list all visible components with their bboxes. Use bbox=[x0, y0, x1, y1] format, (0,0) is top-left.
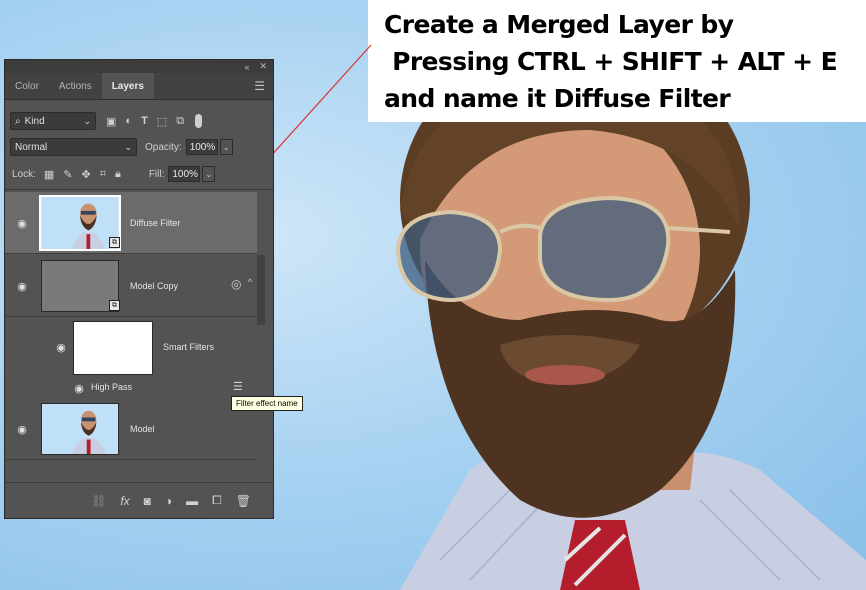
filter-blending-options-icon[interactable]: ☰ bbox=[233, 380, 243, 393]
filter-kind-label: Kind bbox=[24, 115, 45, 127]
layer-name[interactable]: Model Copy bbox=[130, 281, 178, 291]
lock-row: Lock: ▦ ✎ ✥ ⌗ 🔒︎ Fill: 100% ⌄ bbox=[5, 164, 273, 184]
double-chevron-icon[interactable]: « bbox=[244, 62, 249, 72]
lock-transparent-icon[interactable]: ▦ bbox=[44, 168, 54, 181]
caption-line-1: Create a Merged Layer by bbox=[384, 10, 734, 39]
panel-footer: ⛓︎ fx ◙ ◑ ▬ ⧠ 🗑︎ bbox=[5, 482, 273, 518]
panel-menu-icon[interactable]: ☰ bbox=[254, 73, 273, 99]
lock-brush-icon[interactable]: ✎ bbox=[63, 168, 72, 181]
layer-name[interactable]: Smart Filters bbox=[163, 342, 214, 352]
lock-icons: ▦ ✎ ✥ ⌗ 🔒︎ bbox=[44, 168, 121, 181]
opacity-dropdown-icon[interactable]: ⌄ bbox=[219, 139, 233, 155]
caption-line-2: Pressing CTRL + SHIFT + ALT + E bbox=[384, 47, 838, 76]
portrait-thumbnail bbox=[41, 197, 119, 249]
fill-input[interactable]: 100% bbox=[168, 166, 201, 182]
smart-filters-row[interactable]: ◉ Smart Filters bbox=[5, 318, 257, 380]
fx-icon[interactable]: fx bbox=[120, 494, 129, 508]
layer-row[interactable]: ◉ Model bbox=[5, 398, 257, 460]
layer-thumbnail bbox=[41, 403, 119, 455]
filter-kind-select[interactable]: ⌕ Kind ⌄ bbox=[10, 112, 96, 130]
shape-filter-icon[interactable]: ⬚ bbox=[157, 115, 167, 128]
blend-mode-value: Normal bbox=[15, 141, 48, 153]
instruction-caption: Create a Merged Layer by Pressing CTRL +… bbox=[368, 0, 866, 122]
lock-artboard-icon[interactable]: ⌗ bbox=[100, 168, 106, 181]
trash-icon[interactable]: 🗑︎ bbox=[236, 494, 251, 508]
tab-color[interactable]: Color bbox=[5, 73, 49, 99]
panel-title-bar: « ✕ bbox=[5, 60, 273, 73]
layers-panel: « ✕ Color Actions Layers ☰ ⌕ Kind ⌄ ▣ ◐ … bbox=[4, 59, 274, 519]
chevron-up-icon[interactable]: ^ bbox=[248, 277, 252, 287]
chevron-down-icon: ⌄ bbox=[83, 115, 91, 126]
layer-row[interactable]: ◉ ⧉ Model Copy ◎ ^ bbox=[5, 255, 257, 317]
filter-icons: ▣ ◐ T ⬚ ⧉ bbox=[106, 114, 203, 128]
type-filter-icon[interactable]: T bbox=[141, 115, 148, 127]
portrait-thumbnail bbox=[42, 404, 118, 454]
caption-line-3: and name it Diffuse Filter bbox=[384, 84, 731, 113]
layer-row[interactable]: ◉ ⧉ Diffuse Filter bbox=[5, 192, 257, 254]
pixel-filter-icon[interactable]: ▣ bbox=[106, 115, 116, 128]
blend-mode-select[interactable]: Normal ⌄ bbox=[10, 138, 137, 156]
new-layer-icon[interactable]: ⧠ bbox=[212, 493, 222, 508]
blend-row: Normal ⌄ Opacity: 100% ⌄ bbox=[5, 137, 273, 157]
tooltip: Filter effect name bbox=[231, 396, 303, 411]
opacity-label: Opacity: bbox=[145, 141, 182, 153]
link-layers-icon[interactable]: ⛓︎ bbox=[91, 494, 106, 508]
smart-object-filter-icon[interactable]: ⧉ bbox=[176, 115, 184, 128]
eye-icon[interactable]: ◉ bbox=[72, 383, 86, 395]
adjustment-layer-icon[interactable]: ◑ bbox=[165, 494, 172, 508]
close-panel-button[interactable]: ✕ bbox=[259, 61, 267, 72]
layer-name[interactable]: Model bbox=[130, 424, 155, 434]
fill-dropdown-icon[interactable]: ⌄ bbox=[202, 166, 216, 182]
eye-icon[interactable]: ◉ bbox=[15, 218, 29, 230]
tab-layers[interactable]: Layers bbox=[101, 73, 154, 99]
filter-row: ⌕ Kind ⌄ ▣ ◐ T ⬚ ⧉ bbox=[5, 108, 273, 134]
eye-icon[interactable]: ◉ bbox=[15, 424, 29, 436]
smart-filter-mask-icon[interactable]: ◎ bbox=[231, 277, 241, 291]
layer-name[interactable]: Diffuse Filter bbox=[130, 218, 180, 228]
filter-toggle[interactable] bbox=[195, 114, 203, 128]
opacity-input[interactable]: 100% bbox=[185, 139, 218, 155]
filter-effect-row[interactable]: ◉ High Pass ☰ bbox=[5, 380, 257, 396]
lock-move-icon[interactable]: ✥ bbox=[82, 168, 91, 181]
scrollbar[interactable] bbox=[257, 255, 265, 325]
smart-object-icon: ⧉ bbox=[109, 237, 120, 248]
divider bbox=[5, 189, 273, 190]
panel-tabs: Color Actions Layers ☰ bbox=[5, 73, 273, 100]
search-icon: ⌕ bbox=[15, 115, 21, 127]
folder-icon[interactable]: ▬ bbox=[186, 494, 198, 508]
filter-effect-name[interactable]: High Pass bbox=[91, 382, 132, 392]
tab-actions[interactable]: Actions bbox=[49, 73, 102, 99]
layer-thumbnail bbox=[41, 260, 119, 312]
chevron-down-icon: ⌄ bbox=[124, 141, 132, 152]
smart-object-icon: ⧉ bbox=[109, 300, 120, 311]
lock-all-icon[interactable]: 🔒︎ bbox=[115, 168, 121, 181]
filter-mask-thumbnail bbox=[73, 321, 153, 375]
eye-icon[interactable]: ◉ bbox=[54, 342, 68, 354]
lock-label: Lock: bbox=[12, 168, 36, 180]
adjustment-filter-icon[interactable]: ◐ bbox=[125, 115, 132, 127]
eye-icon[interactable]: ◉ bbox=[15, 281, 29, 293]
add-mask-icon[interactable]: ◙ bbox=[144, 494, 151, 508]
fill-label: Fill: bbox=[148, 168, 165, 180]
